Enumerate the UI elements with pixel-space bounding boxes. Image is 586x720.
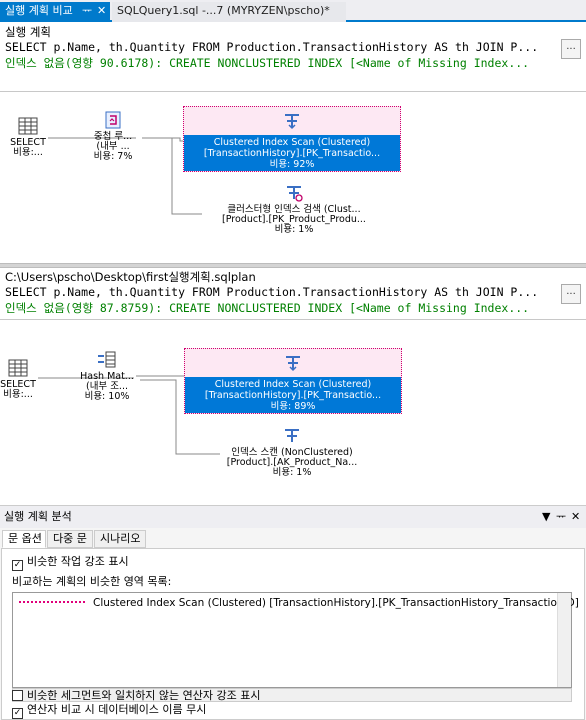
plan1-scan-selection: Clustered Index Scan (Clustered) [Transa…: [184, 135, 400, 171]
analysis-title-bar: 실행 계획 분석 ▼ ᅲ ✕: [0, 506, 586, 528]
plan-analysis-pane: 실행 계획 분석 ▼ ᅲ ✕ 문 옵션 다중 문 시나리오 ✓ 비슷한 작업 강조…: [0, 505, 586, 720]
list-item-text: Clustered Index Scan (Clustered) [Transa…: [93, 597, 579, 609]
vertical-scrollbar[interactable]: [557, 593, 571, 687]
plan1-index-seek-node[interactable]: 클러스터형 인덱스 검색 (Clust... [Product].[PK_Pro…: [204, 183, 384, 235]
plan1-select-node[interactable]: SELECT 비용:...: [8, 116, 48, 158]
analysis-body: ✓ 비슷한 작업 강조 표시 비교하는 계획의 비슷한 영역 목록: Cluste…: [1, 548, 585, 720]
highlight-similar-checkbox[interactable]: ✓ 비슷한 작업 강조 표시: [12, 555, 129, 571]
pin-icon[interactable]: ᅲ: [556, 506, 566, 528]
pin-icon[interactable]: ᅲ: [82, 2, 92, 20]
tab-statement-options[interactable]: 문 옵션: [2, 530, 46, 548]
clustered-index-scan-icon: [285, 114, 299, 130]
hash-match-icon: [98, 351, 116, 368]
plan1-scan-label: Clustered Index Scan (Clustered): [213, 137, 371, 148]
analysis-title: 실행 계획 분석: [4, 510, 72, 523]
tab-sqlquery1[interactable]: SQLQuery1.sql -...7 (MYRYZEN\pscho)*: [112, 2, 346, 22]
dropdown-icon[interactable]: ▼: [542, 506, 550, 528]
tab-plan-compare-label: 실행 계획 비교: [5, 4, 73, 17]
plan2-hash-cost: 비용: 10%: [84, 391, 130, 402]
tab-plan-compare[interactable]: 실행 계획 비교 ᅲ ✕: [0, 2, 110, 22]
plan2-clustered-scan-node[interactable]: Clustered Index Scan (Clustered) [Transa…: [184, 348, 402, 414]
checkbox-checked-icon: ✓: [12, 708, 23, 719]
plan1-join-cost: 비용: 7%: [93, 151, 133, 162]
plan1-seek-cost: 비용: 1%: [274, 224, 314, 235]
plan1-join-node[interactable]: 중첩 루... (내부 ... 비용: 7%: [88, 110, 138, 162]
plan2-panel[interactable]: C:\Users\pscho\Desktop\first실행계획.sqlplan…: [0, 268, 586, 500]
plan1-scan-cost: 비용: 92%: [269, 159, 315, 170]
clustered-index-scan-icon: [286, 356, 300, 372]
plan2-scan-label: Clustered Index Scan (Clustered): [214, 379, 372, 390]
highlight-similar-label: 비슷한 작업 강조 표시: [27, 555, 129, 568]
tab-sqlquery1-label: SQLQuery1.sql -...7 (MYRYZEN\pscho)*: [117, 4, 330, 17]
plan2-scan-object: [TransactionHistory].[PK_Transactio...: [204, 390, 382, 401]
tab-multi-statement[interactable]: 다중 문: [47, 530, 93, 548]
similar-areas-list[interactable]: Clustered Index Scan (Clustered) [Transa…: [12, 592, 579, 688]
plan2-select-cost: 비용:...: [3, 389, 33, 400]
similar-list-label: 비교하는 계획의 비슷한 영역 목록:: [12, 575, 172, 588]
plan2-scan-selection: Clustered Index Scan (Clustered) [Transa…: [185, 377, 401, 413]
index-scan-icon: [285, 429, 299, 442]
ignore-db-name-label: 연산자 비교 시 데이터베이스 이름 무시: [27, 703, 207, 716]
checkbox-unchecked-icon: [12, 690, 23, 701]
highlight-unmatched-label: 비슷한 세그먼트와 일치하지 않는 연산자 강조 표시: [27, 689, 261, 702]
document-tab-strip: 실행 계획 비교 ᅲ ✕ SQLQuery1.sql -...7 (MYRYZE…: [0, 0, 586, 22]
list-item[interactable]: Clustered Index Scan (Clustered) [Transa…: [19, 597, 579, 609]
plan2-index-scan-node[interactable]: 인덱스 스캔 (NonClustered) [Product].[AK_Prod…: [212, 426, 372, 478]
checkbox-checked-icon: ✓: [12, 560, 23, 571]
close-icon[interactable]: ✕: [571, 506, 580, 528]
highlight-unmatched-checkbox[interactable]: 비슷한 세그먼트와 일치하지 않는 연산자 강조 표시: [12, 689, 261, 702]
index-seek-icon: [287, 186, 303, 202]
ignore-db-name-checkbox[interactable]: ✓ 연산자 비교 시 데이터베이스 이름 무시: [12, 703, 206, 719]
select-icon: [8, 359, 28, 377]
plan2-indexscan-cost: 비용: 1%: [272, 467, 312, 478]
close-icon[interactable]: ✕: [97, 2, 106, 20]
tab-scenarios[interactable]: 시나리오: [94, 530, 146, 548]
plan2-select-node[interactable]: SELECT 비용:...: [0, 358, 36, 400]
plan2-scan-cost: 비용: 89%: [270, 401, 316, 412]
plan1-panel[interactable]: 실행 계획 SELECT p.Name, th.Quantity FROM Pr…: [0, 22, 586, 263]
plan1-select-cost: 비용:...: [13, 147, 43, 158]
plan1-scan-object: [TransactionHistory].[PK_Transactio...: [203, 148, 381, 159]
select-icon: [18, 117, 38, 135]
nested-loops-icon: [105, 111, 121, 129]
similar-highlight-swatch: [19, 601, 85, 603]
plan1-clustered-scan-node[interactable]: Clustered Index Scan (Clustered) [Transa…: [183, 106, 401, 172]
plan2-hash-match-node[interactable]: Hash Mat... (내부 조... 비용: 10%: [78, 350, 136, 402]
